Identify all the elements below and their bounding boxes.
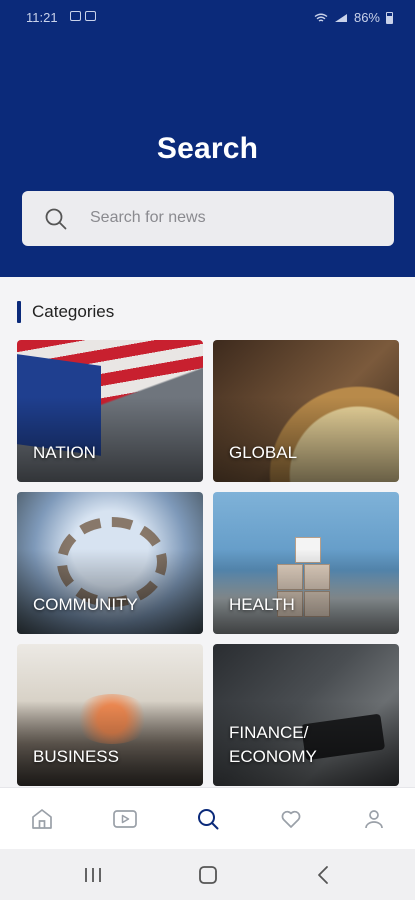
heart-icon: [281, 810, 301, 828]
search-input[interactable]: [90, 199, 380, 237]
category-label: NATION: [33, 443, 96, 463]
bottom-nav: [0, 787, 415, 849]
home-icon: [32, 809, 52, 829]
system-nav-bar: [0, 849, 415, 900]
battery-percent: 86%: [353, 10, 380, 25]
category-tile-finance-economy[interactable]: FINANCE/ ECONOMY: [213, 644, 399, 786]
heading-accent-bar: [17, 301, 21, 323]
status-right: 86%: [314, 10, 393, 25]
status-bar: 11:21 86%: [0, 0, 415, 36]
handshake-image: [72, 694, 152, 744]
recent-apps-icon[interactable]: [82, 865, 104, 885]
categories-heading: Categories: [17, 301, 114, 323]
nav-video-button[interactable]: [112, 806, 138, 832]
category-label: BUSINESS: [33, 747, 119, 767]
back-icon[interactable]: [313, 865, 335, 885]
video-icon: [113, 810, 137, 828]
image-notification-icon: [70, 11, 81, 21]
nav-profile-button[interactable]: [361, 806, 387, 832]
category-label: HEALTH: [229, 595, 295, 615]
message-notification-icon: [85, 11, 96, 21]
search-icon: [45, 208, 67, 230]
category-tile-business[interactable]: BUSINESS: [17, 644, 203, 786]
category-label: COMMUNITY: [33, 595, 138, 615]
search-box[interactable]: [22, 191, 394, 246]
battery-icon: [386, 11, 393, 24]
profile-icon: [365, 810, 383, 829]
wifi-icon: [314, 13, 328, 22]
search-icon: [198, 809, 219, 830]
nav-home-button[interactable]: [29, 806, 55, 832]
signal-icon: [334, 13, 347, 22]
header: Search: [0, 36, 415, 277]
nav-search-button[interactable]: [195, 806, 221, 832]
nav-favorites-button[interactable]: [278, 806, 304, 832]
category-tile-community[interactable]: COMMUNITY: [17, 492, 203, 634]
category-tile-nation[interactable]: NATION: [17, 340, 203, 482]
status-time: 11:21: [26, 10, 58, 25]
category-tile-global[interactable]: GLOBAL: [213, 340, 399, 482]
home-button-icon[interactable]: [197, 865, 219, 885]
category-tile-health[interactable]: HEALTH: [213, 492, 399, 634]
category-label: FINANCE/ ECONOMY: [229, 722, 317, 767]
notification-icons: [70, 11, 96, 21]
categories-title: Categories: [32, 302, 115, 321]
category-label: GLOBAL: [229, 443, 298, 463]
page-title: Search: [156, 132, 259, 165]
